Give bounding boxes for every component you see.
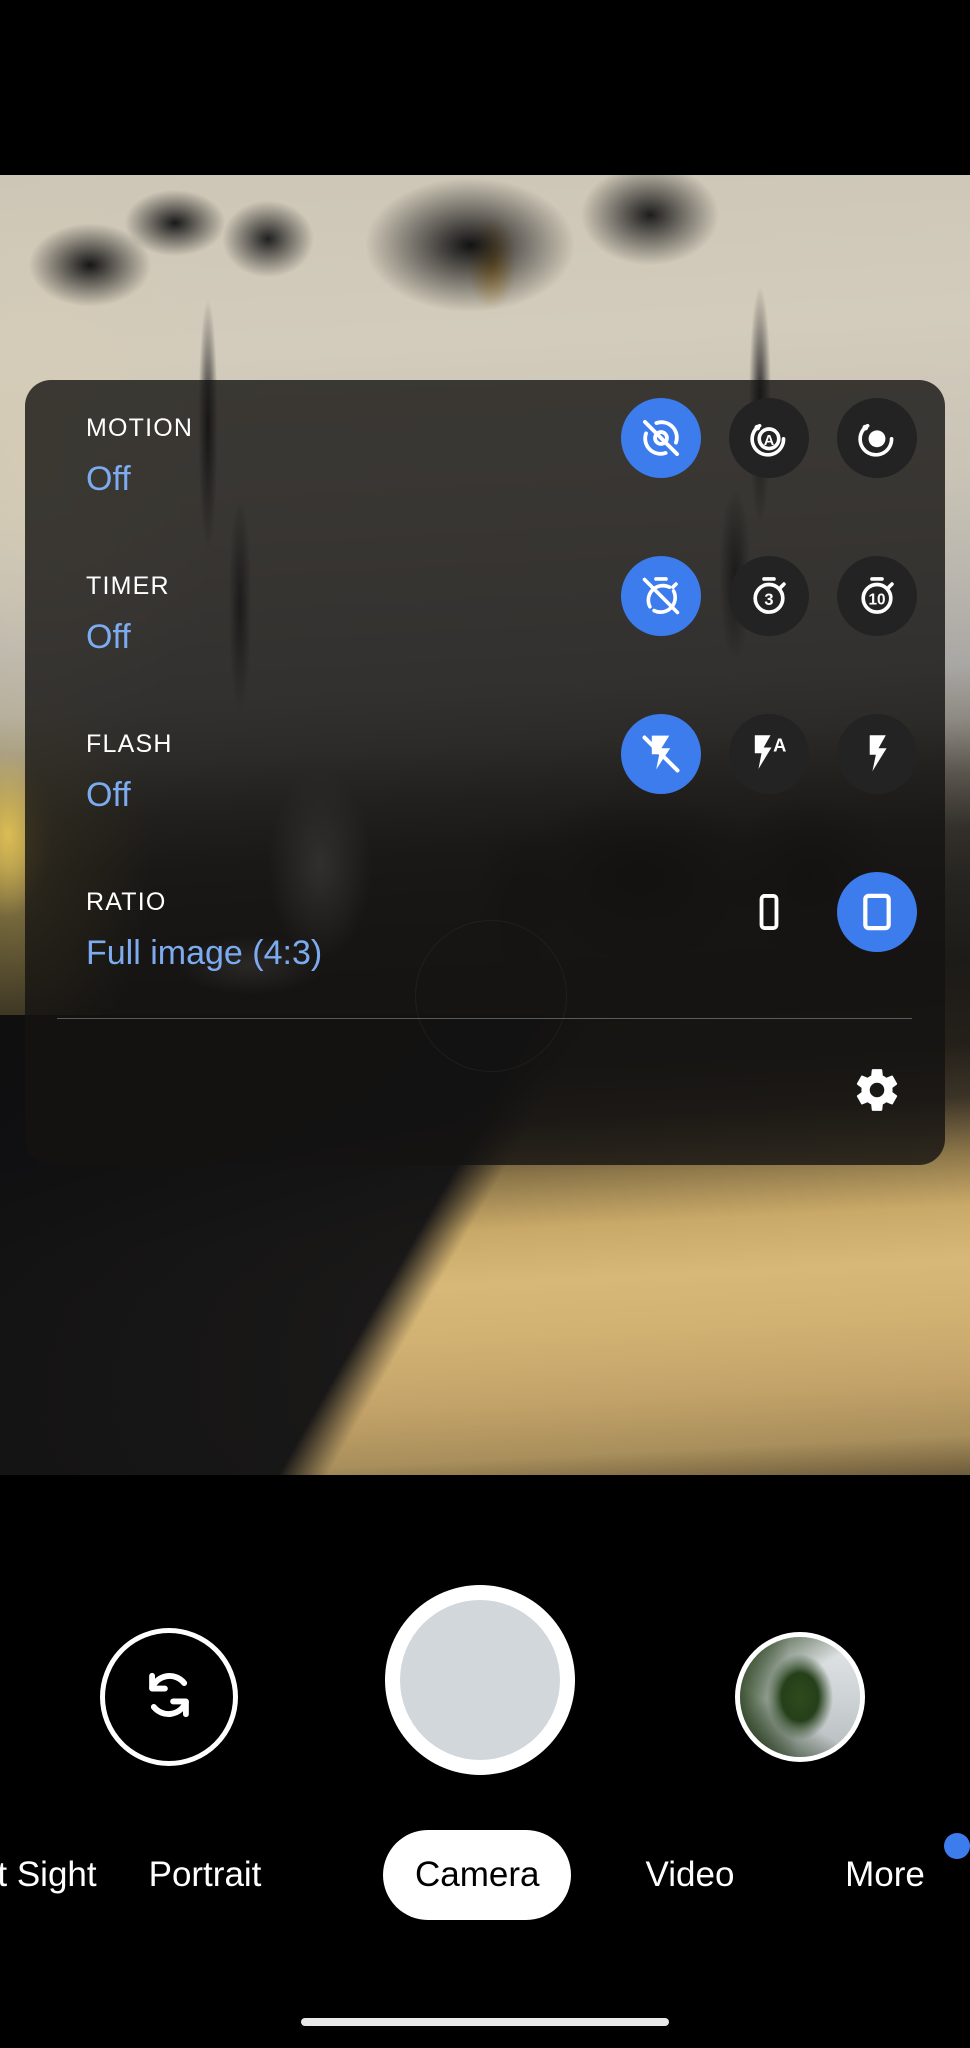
tab-video[interactable]: Video	[630, 1830, 750, 1920]
tab-portrait-label: Portrait	[148, 1855, 262, 1894]
more-badge-dot	[944, 1833, 970, 1859]
panel-divider	[57, 1018, 912, 1019]
gallery-thumbnail	[740, 1637, 860, 1757]
tab-portrait[interactable]: Portrait	[135, 1830, 275, 1920]
ratio-options	[729, 872, 917, 952]
svg-text:A: A	[773, 734, 786, 755]
tab-night-sight-label: t Sight	[0, 1855, 97, 1894]
status-bar-area	[0, 0, 970, 175]
flash-label: FLASH	[86, 730, 173, 758]
timer-off-icon	[638, 573, 684, 619]
timer-10s-icon: 10	[854, 573, 900, 619]
flash-auto-option[interactable]: A	[729, 714, 809, 794]
tab-camera-label: Camera	[415, 1855, 540, 1894]
motion-on-option[interactable]	[837, 398, 917, 478]
tab-camera[interactable]: Camera	[383, 1830, 572, 1920]
camera-app-screen: MOTION Off A TIMER Off 3 10 FLASH Off A …	[0, 0, 970, 2048]
timer-label: TIMER	[86, 572, 170, 600]
flash-off-icon	[638, 731, 684, 777]
motion-label: MOTION	[86, 414, 194, 442]
timer-3s-icon: 3	[746, 573, 792, 619]
flip-camera-button[interactable]	[100, 1628, 238, 1766]
quick-settings-panel: MOTION Off A TIMER Off 3 10 FLASH Off A …	[25, 380, 945, 1165]
svg-text:10: 10	[868, 591, 885, 608]
gallery-thumbnail-button[interactable]	[735, 1632, 865, 1762]
motion-auto-option[interactable]: A	[729, 398, 809, 478]
tab-more[interactable]: More	[820, 1830, 950, 1920]
gear-icon	[852, 1065, 902, 1120]
ratio-16-9-option[interactable]	[729, 872, 809, 952]
more-settings-button[interactable]	[845, 1060, 909, 1124]
tab-night-sight[interactable]: t Sight	[0, 1830, 122, 1920]
timer-value: Off	[86, 618, 131, 656]
motion-options: A	[621, 398, 917, 478]
flash-on-icon	[854, 731, 900, 777]
flash-off-option[interactable]	[621, 714, 701, 794]
motion-value: Off	[86, 460, 131, 498]
timer-10s-option[interactable]: 10	[837, 556, 917, 636]
motion-off-option[interactable]	[621, 398, 701, 478]
flash-on-option[interactable]	[837, 714, 917, 794]
shutter-button[interactable]	[385, 1585, 575, 1775]
setting-row-motion: MOTION Off A	[25, 388, 945, 538]
motion-auto-icon: A	[746, 415, 792, 461]
ratio-4-3-option[interactable]	[837, 872, 917, 952]
svg-text:3: 3	[764, 591, 773, 609]
ratio-4-3-icon	[854, 889, 900, 935]
flash-auto-icon: A	[746, 731, 792, 777]
ratio-16-9-icon	[746, 889, 792, 935]
setting-row-flash: FLASH Off A	[25, 704, 945, 854]
motion-off-icon	[638, 415, 684, 461]
setting-row-timer: TIMER Off 3 10	[25, 546, 945, 696]
timer-options: 3 10	[621, 556, 917, 636]
bottom-control-bar: t Sight Portrait Camera Video More	[0, 1475, 970, 2048]
tab-more-label: More	[845, 1855, 925, 1894]
ratio-value: Full image (4:3)	[86, 934, 323, 972]
mode-tab-bar: t Sight Portrait Camera Video More	[0, 1830, 970, 1920]
ratio-label: RATIO	[86, 888, 167, 916]
camera-flip-icon	[134, 1660, 204, 1735]
home-indicator[interactable]	[301, 2018, 669, 2026]
flash-value: Off	[86, 776, 131, 814]
shutter-icon	[400, 1600, 560, 1760]
motion-on-icon	[854, 415, 900, 461]
svg-text:A: A	[764, 433, 775, 449]
flash-options: A	[621, 714, 917, 794]
timer-3s-option[interactable]: 3	[729, 556, 809, 636]
timer-off-option[interactable]	[621, 556, 701, 636]
tab-video-label: Video	[645, 1855, 735, 1894]
setting-row-ratio: RATIO Full image (4:3)	[25, 862, 945, 1012]
